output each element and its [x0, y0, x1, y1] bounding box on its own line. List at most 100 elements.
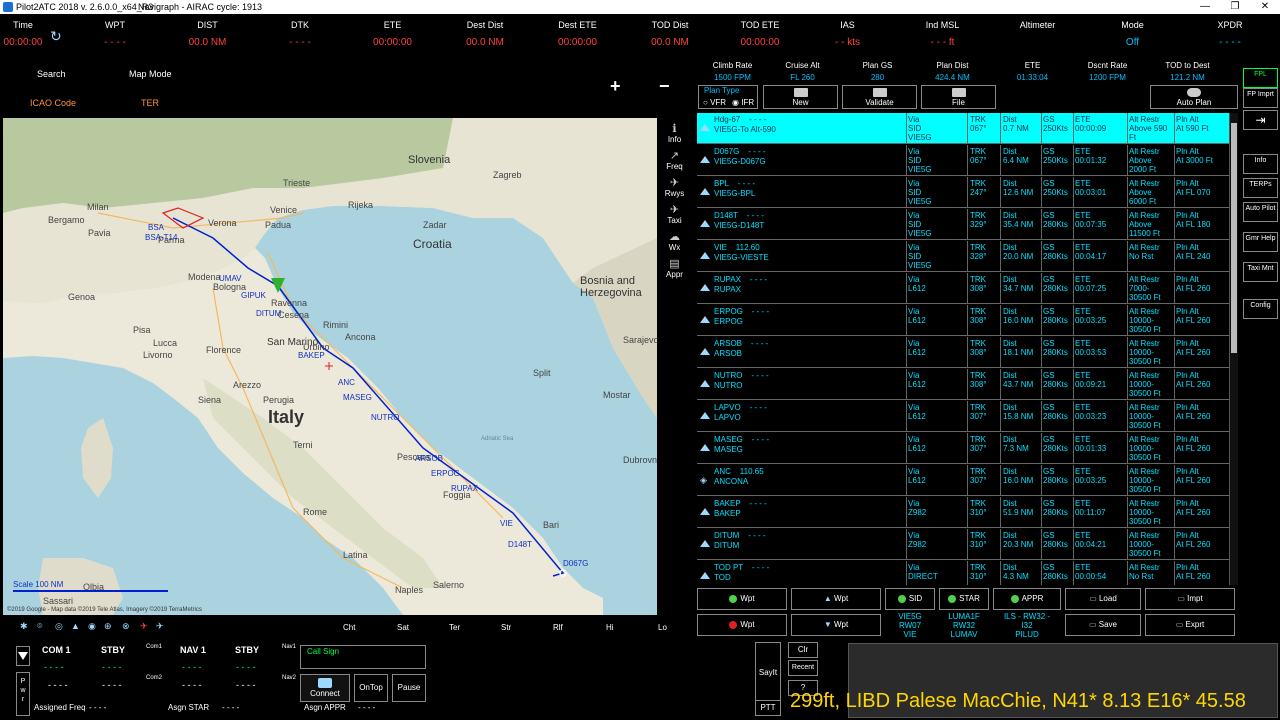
route-arrow-icon[interactable]: ⇥: [1243, 110, 1278, 130]
flight-plan-scrollbar[interactable]: [1229, 113, 1238, 585]
import-button[interactable]: ▭ Impt: [1145, 588, 1235, 610]
map-type-rlf[interactable]: Rlf: [553, 623, 563, 632]
flight-plan-row[interactable]: NUTRO - - - - Via L612 TRK 308° Dist 43.7 N…: [697, 369, 1229, 400]
flight-plan-row[interactable]: D148T - - - - Via SID VIE5G TRK 329° Dist 3…: [697, 209, 1229, 240]
side-menu-gmr-help[interactable]: Gmr Help: [1243, 232, 1278, 252]
load-button[interactable]: ▭ Load: [1065, 588, 1141, 610]
waypoint-label: ANC: [338, 378, 355, 387]
star-button[interactable]: STAR: [939, 588, 989, 610]
new-button[interactable]: New: [763, 85, 838, 109]
map-side-taxi[interactable]: ✈ Taxi: [657, 203, 692, 229]
zoom-out-button[interactable]: −: [659, 76, 670, 97]
collapse-button[interactable]: [16, 646, 30, 666]
flight-plan-row[interactable]: VIE 112.60 Via SID VIE5G TRK 328° Dist 20.0…: [697, 241, 1229, 272]
flight-plan-row[interactable]: TOD PT - - - - Via DIRECT TRK 310° Dist 4.3…: [697, 561, 1229, 585]
side-menu-config[interactable]: Config: [1243, 299, 1278, 319]
zoom-in-button[interactable]: +: [610, 76, 621, 97]
flight-plan-row[interactable]: D067G - - - - Via SID VIE5G TRK 067° Dist 6…: [697, 145, 1229, 176]
fpl-ete: ETE 00:07:25: [1075, 275, 1107, 293]
add-wpt-button[interactable]: Wpt: [697, 588, 787, 610]
map-side-wx[interactable]: ☁ Wx: [657, 230, 692, 256]
city-label: Genoa: [68, 292, 95, 302]
minimize-icon[interactable]: —: [1190, 0, 1220, 14]
nav2-active-freq[interactable]: - - - -: [182, 680, 202, 690]
map-side-rwys[interactable]: ✈ Rwys: [657, 176, 692, 202]
flight-plan-row[interactable]: Hdg-67 - - - - Via SID VIE5G TRK 067° Dist …: [697, 113, 1229, 144]
map-star-icon[interactable]: ✱: [20, 621, 28, 632]
map-compass-icon[interactable]: ⊕: [104, 621, 112, 632]
map-plane-icon[interactable]: ✈: [156, 621, 164, 632]
maximize-icon[interactable]: ❐: [1220, 0, 1250, 14]
scrollbar-thumb[interactable]: [1231, 123, 1237, 353]
save-button[interactable]: ▭ Save: [1065, 614, 1141, 636]
map-type-str[interactable]: Str: [501, 623, 511, 632]
com1-standby-freq[interactable]: - - - -: [102, 662, 122, 672]
map-fix-icon[interactable]: ▲: [71, 621, 80, 631]
flight-plan-row[interactable]: BAKEP - - - - Via Z982 TRK 310° Dist 51.9 N…: [697, 497, 1229, 528]
icao-code-value[interactable]: ICAO Code: [30, 98, 76, 108]
side-menu-info[interactable]: Info: [1243, 154, 1278, 174]
export-button[interactable]: ▭ Exprt: [1145, 614, 1235, 636]
ontop-button[interactable]: OnTop: [354, 674, 388, 702]
map-airport-icon[interactable]: ◉: [88, 621, 96, 632]
appr-button[interactable]: APPR: [993, 588, 1061, 610]
flight-plan-row[interactable]: LAPVO - - - - Via L612 TRK 307° Dist 15.8 N…: [697, 401, 1229, 432]
validate-button[interactable]: Validate: [842, 85, 917, 109]
map-type-hi[interactable]: Hi: [606, 623, 614, 632]
map-vor-icon[interactable]: ⌾: [37, 621, 42, 632]
delete-wpt-button[interactable]: Wpt: [697, 614, 787, 636]
map-ndb-icon[interactable]: ◎: [55, 621, 63, 632]
connect-button[interactable]: Connect: [300, 674, 350, 702]
sid-button[interactable]: SID: [885, 588, 935, 610]
file-button[interactable]: File: [921, 85, 996, 109]
close-icon[interactable]: ✕: [1250, 0, 1280, 14]
map-airspace-icon[interactable]: ⊗: [122, 621, 130, 632]
power-button[interactable]: P w r: [16, 672, 30, 716]
map-traffic-icon[interactable]: ✈: [140, 621, 148, 632]
fpl-n: LAPVO - - - -: [714, 403, 767, 412]
sayit-label: SayIt: [758, 668, 778, 677]
auto-plan-button[interactable]: Auto Plan: [1150, 85, 1238, 109]
map-type-cht[interactable]: Cht: [343, 623, 355, 632]
move-wpt-up-button[interactable]: ▲ Wpt: [791, 588, 881, 610]
map-mode-button[interactable]: Map Mode: [129, 69, 172, 79]
move-wpt-down-button[interactable]: ▼ Wpt: [791, 614, 881, 636]
search-button[interactable]: Search: [37, 69, 66, 79]
nav1-active-freq[interactable]: - - - -: [182, 662, 202, 672]
flight-plan-row[interactable]: BPL - - - - Via SID VIE5G TRK 247° Dist 12.…: [697, 177, 1229, 208]
nav1-standby-freq[interactable]: - - - -: [236, 662, 256, 672]
nav2-standby-freq[interactable]: - - - -: [236, 680, 256, 690]
ifr-radio[interactable]: ◉ IFR: [732, 98, 754, 107]
side-menu-terps[interactable]: TERPs: [1243, 178, 1278, 198]
com2-active-freq[interactable]: - - - -: [48, 680, 68, 690]
flight-plan-row[interactable]: RUPAX - - - - Via L612 TRK 308° Dist 34.7 N…: [697, 273, 1229, 304]
flight-plan-row[interactable]: ERPOG - - - - Via L612 TRK 308° Dist 16.0 N…: [697, 305, 1229, 336]
callsign-field[interactable]: Call Sign: [300, 645, 426, 669]
map-side-freq[interactable]: ↗ Freq: [657, 149, 692, 175]
com2-standby-freq[interactable]: - - - -: [102, 680, 122, 690]
flight-plan-row[interactable]: ARSOB - - - - Via L612 TRK 308° Dist 18.1 N…: [697, 337, 1229, 368]
side-menu-fp-imprt[interactable]: FP Imprt: [1243, 88, 1278, 108]
timer-reset-icon[interactable]: ↻: [50, 28, 62, 45]
map-side-info[interactable]: ℹ Info: [657, 122, 692, 148]
flight-plan-row[interactable]: ◈ ANC 110.65 Via L612 TRK 307° Dist 16.0 NM G…: [697, 465, 1229, 496]
ptt-button[interactable]: PTT: [755, 700, 781, 716]
side-menu-fpl[interactable]: FPL: [1243, 68, 1278, 88]
flight-plan-row[interactable]: MASEG - - - - Via L612 TRK 307° Dist 7.3 NM…: [697, 433, 1229, 464]
map-view[interactable]: Slovenia Croatia Bosnia and Herzegovina Ital…: [3, 118, 657, 615]
map-mode-value[interactable]: TER: [141, 98, 159, 108]
map-type-lo[interactable]: Lo: [658, 623, 667, 632]
map-side-appr[interactable]: ▤ Appr: [657, 257, 692, 283]
row-divider: [1127, 305, 1128, 335]
rwys-icon: ✈: [669, 177, 680, 189]
vfr-radio[interactable]: ○ VFR: [703, 98, 726, 107]
flight-plan-row[interactable]: DITUM - - - - Via Z982 TRK 310° Dist 20.3 N…: [697, 529, 1229, 560]
pause-button[interactable]: Pause: [392, 674, 426, 702]
side-menu-auto-pilot[interactable]: Auto Pilot: [1243, 202, 1278, 222]
side-menu-taxi-mnt[interactable]: Taxi Mnt: [1243, 262, 1278, 282]
map-type-ter[interactable]: Ter: [449, 623, 460, 632]
clear-button[interactable]: Clr: [788, 642, 818, 658]
recent-button[interactable]: Recent: [788, 660, 818, 676]
com1-active-freq[interactable]: - - - -: [44, 662, 64, 672]
map-type-sat[interactable]: Sat: [397, 623, 409, 632]
